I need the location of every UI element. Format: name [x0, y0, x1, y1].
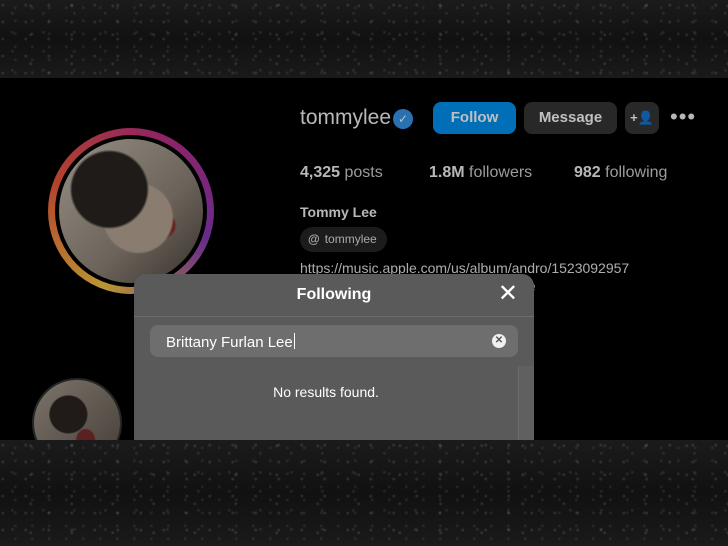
close-icon[interactable]: ✕ [498, 282, 518, 306]
clear-search-icon[interactable]: ✕ [492, 334, 506, 348]
grunge-border-bottom [0, 440, 728, 546]
no-results-message: No results found. [273, 384, 379, 400]
text-caret [293, 333, 295, 349]
search-input-value[interactable]: Brittany Furlan Lee [166, 333, 295, 351]
modal-title: Following [296, 286, 372, 303]
following-modal: Following ✕ Brittany Furlan Lee ✕ No res… [134, 274, 534, 440]
modal-header: Following ✕ [134, 274, 534, 317]
scrollbar[interactable] [518, 366, 534, 440]
instagram-profile-page: tommylee ✓ Follow Message +👤 ••• 4,325 p… [0, 78, 728, 440]
grunge-border-top [0, 0, 728, 78]
search-input[interactable]: Brittany Furlan Lee ✕ [150, 325, 518, 357]
